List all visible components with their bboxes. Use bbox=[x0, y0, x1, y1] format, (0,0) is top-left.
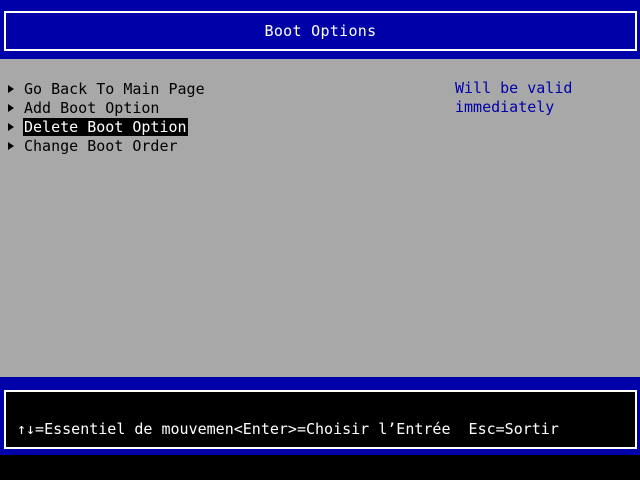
help-line: immediately bbox=[455, 98, 555, 116]
menu-item-delete-boot-option[interactable]: Delete Boot Option bbox=[8, 117, 206, 136]
header-frame: Boot Options bbox=[4, 11, 637, 51]
header-bar: Boot Options bbox=[0, 0, 640, 59]
footer-frame: ↑↓=Essentiel de mouvemen<Enter>=Choisir … bbox=[4, 390, 637, 449]
help-text: Will be valid immediately bbox=[455, 79, 625, 117]
menu-item-add-boot-option[interactable]: Add Boot Option bbox=[8, 98, 206, 117]
triangle-right-icon bbox=[8, 141, 14, 150]
footer-bottom-band bbox=[0, 455, 640, 480]
menu-item-go-back[interactable]: Go Back To Main Page bbox=[8, 79, 206, 98]
page-title: Boot Options bbox=[264, 22, 377, 40]
menu-item-change-boot-order[interactable]: Change Boot Order bbox=[8, 136, 206, 155]
menu-item-label: Delete Boot Option bbox=[23, 117, 188, 136]
triangle-right-icon bbox=[8, 84, 14, 93]
menu-item-label: Add Boot Option bbox=[24, 98, 160, 117]
help-line: Will be valid bbox=[455, 79, 573, 97]
main-panel: Go Back To Main Page Add Boot Option Del… bbox=[0, 59, 640, 377]
menu-item-label: Change Boot Order bbox=[24, 136, 178, 155]
menu-item-label: Go Back To Main Page bbox=[24, 79, 205, 98]
key-hints: ↑↓=Essentiel de mouvemen<Enter>=Choisir … bbox=[17, 420, 559, 438]
triangle-right-icon bbox=[8, 103, 14, 112]
boot-options-menu: Go Back To Main Page Add Boot Option Del… bbox=[8, 79, 206, 155]
bios-screen: Boot Options Go Back To Main Page Add Bo… bbox=[0, 0, 640, 480]
footer-bar: ↑↓=Essentiel de mouvemen<Enter>=Choisir … bbox=[0, 383, 640, 455]
triangle-right-icon bbox=[8, 122, 14, 131]
